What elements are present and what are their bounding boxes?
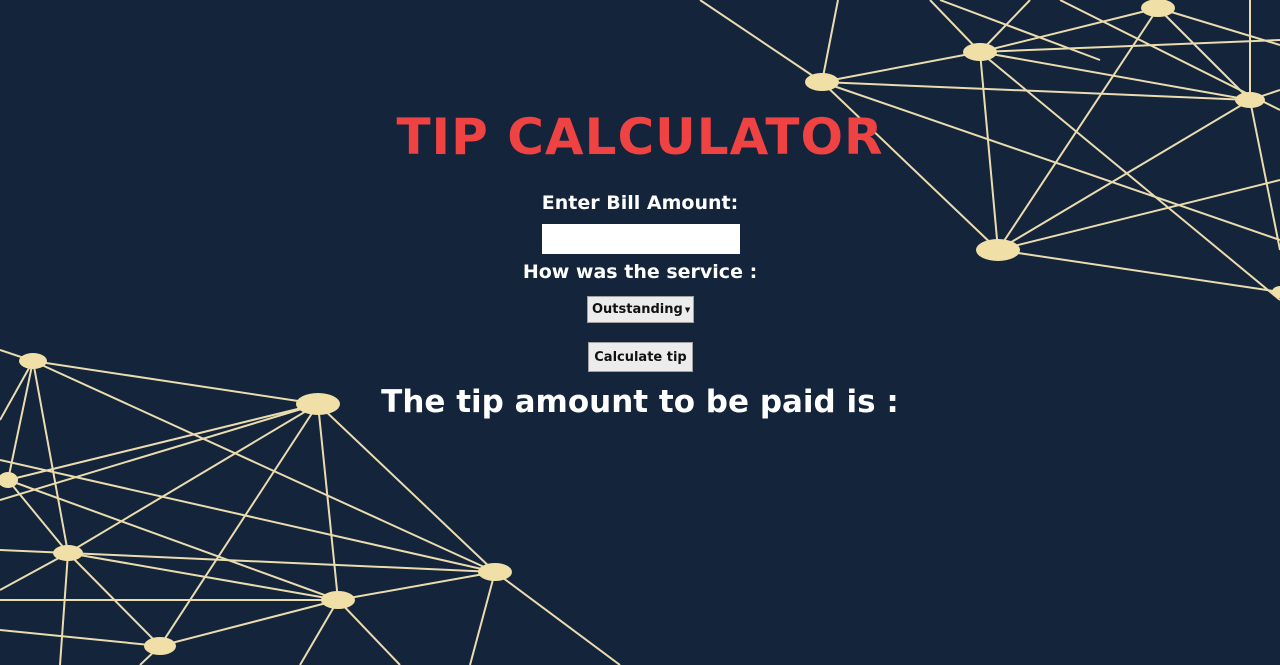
service-select[interactable]: Outstanding ▼ <box>587 296 694 323</box>
chevron-down-icon: ▼ <box>684 305 691 314</box>
service-select-value: Outstanding <box>592 302 683 317</box>
tip-result-text: The tip amount to be paid is : <box>381 384 899 420</box>
page-background: TIP CALCULATOR Enter Bill Amount: How wa… <box>0 0 1280 665</box>
network-decoration-bottom-left <box>0 349 621 665</box>
bill-amount-input[interactable] <box>542 224 740 254</box>
page-title: TIP CALCULATOR <box>396 108 884 166</box>
calculate-tip-button[interactable]: Calculate tip <box>588 342 693 372</box>
bill-amount-label: Enter Bill Amount: <box>541 192 739 214</box>
service-label: How was the service : <box>522 261 758 283</box>
